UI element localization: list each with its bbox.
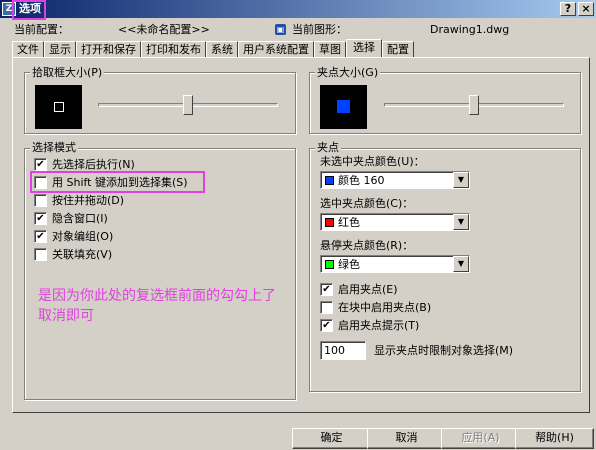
option-press-drag[interactable]: 按住并拖动(D) — [34, 191, 188, 209]
option-grips-in-blocks[interactable]: 在块中启用夹点(B) — [320, 298, 431, 316]
cancel-button[interactable]: 取消 — [367, 428, 446, 449]
pickbox-size-title: 拾取框大小(P) — [30, 66, 105, 79]
tab-system[interactable]: 系统 — [206, 41, 238, 57]
option-label: 启用夹点提示(T) — [338, 319, 420, 332]
select-value: 颜色 160 — [338, 174, 385, 187]
selection-mode-title: 选择模式 — [30, 141, 78, 154]
option-label: 启用夹点(E) — [338, 283, 398, 296]
checkbox[interactable] — [34, 193, 47, 207]
selected-grip-color-select[interactable]: 红色 ▼ — [320, 213, 470, 231]
close-button[interactable]: × — [578, 2, 594, 16]
selected-grip-color-label: 选中夹点颜色(C)： — [320, 197, 414, 210]
checkbox[interactable]: ✔ — [320, 318, 333, 332]
option-label: 在块中启用夹点(B) — [338, 301, 432, 314]
select-value: 绿色 — [338, 258, 360, 271]
checkbox[interactable] — [320, 300, 333, 314]
color-swatch — [325, 259, 334, 269]
drawing-icon: ▣ — [275, 24, 286, 35]
title-bar — [0, 0, 596, 18]
grips-title: 夹点 — [315, 141, 341, 154]
option-label: 先选择后执行(N) — [52, 158, 135, 171]
tab-selection[interactable]: 选择 — [346, 39, 382, 57]
tab-drafting[interactable]: 草图 — [314, 41, 346, 57]
dropdown-arrow-icon[interactable]: ▼ — [453, 256, 469, 272]
grip-size-title: 夹点大小(G) — [315, 66, 381, 79]
annotation-text: 是因为你此处的复选框前面的勾勾上了取消即可 — [38, 288, 276, 324]
tab-files[interactable]: 文件 — [12, 41, 44, 57]
option-label: 对象编组(O) — [52, 230, 114, 243]
tab-strip: 文件 显示 打开和保存 打印和发布 系统 用户系统配置 草图 选择 配置 — [12, 39, 414, 57]
select-value: 红色 — [338, 216, 360, 229]
ok-button[interactable]: 确定 — [292, 428, 371, 449]
grip-object-limit-label: 显示夹点时限制对象选择(M) — [374, 344, 514, 357]
checkbox[interactable]: ✔ — [34, 211, 47, 225]
pickbox-slider-thumb[interactable] — [183, 95, 193, 115]
checkbox[interactable]: ✔ — [34, 229, 47, 243]
tab-display[interactable]: 显示 — [44, 41, 76, 57]
tab-open-save[interactable]: 打开和保存 — [76, 41, 141, 57]
current-config-label: 当前配置： — [14, 23, 69, 36]
option-enable-grips[interactable]: ✔ 启用夹点(E) — [320, 280, 431, 298]
option-implied-window[interactable]: ✔ 隐含窗口(I) — [34, 209, 188, 227]
grip-square — [337, 100, 350, 113]
tab-user-preferences[interactable]: 用户系统配置 — [238, 41, 314, 57]
help-button[interactable]: 帮助(H) — [515, 428, 594, 449]
checkbox[interactable] — [34, 247, 47, 261]
checkbox[interactable]: ✔ — [320, 282, 333, 296]
grip-object-limit-input[interactable]: 100 — [320, 341, 366, 360]
pickbox-square — [54, 102, 64, 112]
hover-grip-color-label: 悬停夹点颜色(R)： — [320, 239, 414, 252]
option-object-grouping[interactable]: ✔ 对象编组(O) — [34, 227, 188, 245]
option-label: 关联填充(V) — [52, 248, 113, 261]
help-title-button[interactable]: ? — [560, 2, 576, 16]
dropdown-arrow-icon[interactable]: ▼ — [453, 214, 469, 230]
apply-button[interactable]: 应用(A) — [441, 428, 520, 449]
color-swatch — [325, 217, 334, 227]
current-drawing-label: 当前图形： — [292, 23, 347, 36]
annotation-highlight-shift — [30, 171, 205, 193]
checkbox[interactable]: ✔ — [34, 157, 47, 171]
hover-grip-color-select[interactable]: 绿色 ▼ — [320, 255, 470, 273]
option-label: 隐含窗口(I) — [52, 212, 108, 225]
tab-profiles[interactable]: 配置 — [382, 41, 414, 57]
unselected-grip-color-label: 未选中夹点颜色(U)： — [320, 155, 425, 168]
pickbox-preview — [35, 85, 82, 129]
grip-options-list: ✔ 启用夹点(E) 在块中启用夹点(B) ✔ 启用夹点提示(T) — [320, 280, 431, 334]
unselected-grip-color-select[interactable]: 颜色 160 ▼ — [320, 171, 470, 189]
option-associative-hatch[interactable]: 关联填充(V) — [34, 245, 188, 263]
grip-slider-thumb[interactable] — [469, 95, 479, 115]
current-drawing-value: Drawing1.dwg — [430, 23, 510, 36]
tab-plot-publish[interactable]: 打印和发布 — [141, 41, 206, 57]
annotation-highlight-title — [12, 0, 46, 20]
dropdown-arrow-icon[interactable]: ▼ — [453, 172, 469, 188]
grip-preview — [320, 85, 367, 129]
color-swatch — [325, 175, 334, 185]
option-grip-tips[interactable]: ✔ 启用夹点提示(T) — [320, 316, 431, 334]
option-label: 按住并拖动(D) — [52, 194, 125, 207]
current-config-value: <<未命名配置>> — [118, 23, 210, 36]
